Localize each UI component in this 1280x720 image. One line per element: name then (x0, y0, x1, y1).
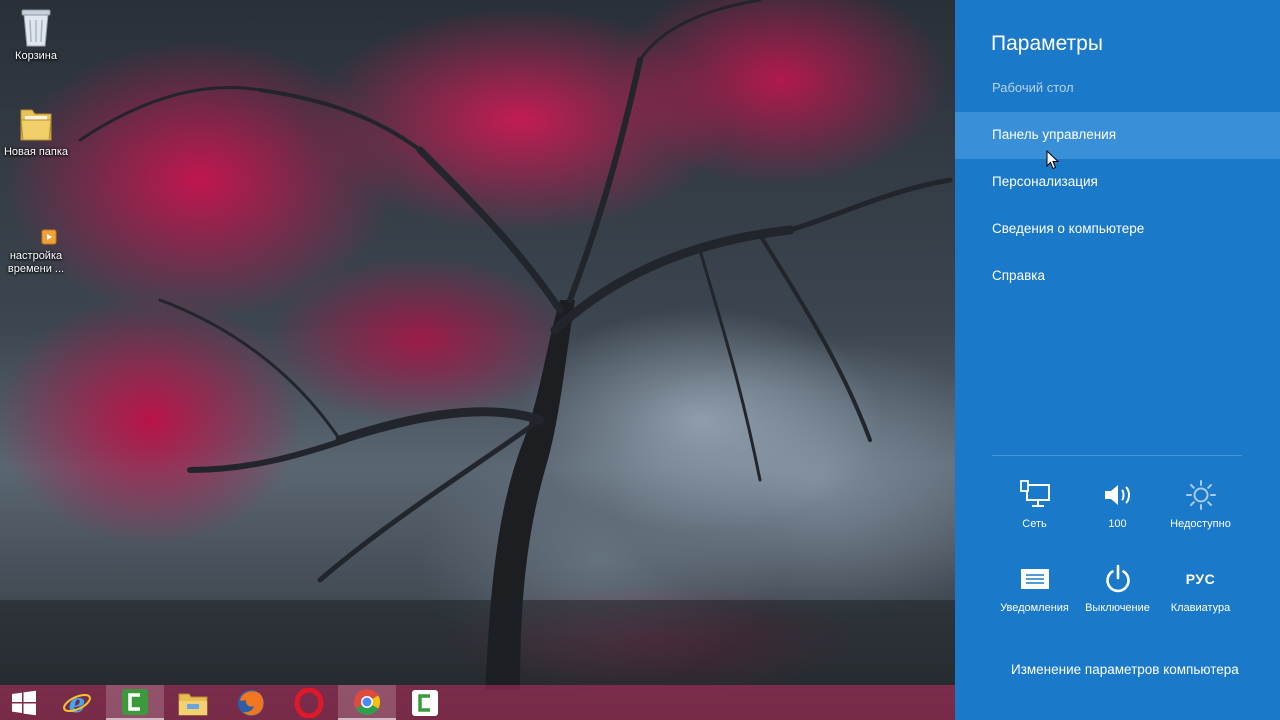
internet-explorer-icon: e (63, 689, 91, 718)
charm-item-control-panel[interactable]: Панель управления (955, 112, 1280, 159)
shortcut-icon (41, 229, 57, 245)
taskbar-chrome[interactable] (338, 685, 396, 720)
quick-setting-volume[interactable]: 100 (1076, 478, 1159, 540)
quick-setting-notifications[interactable]: Уведомления (993, 562, 1076, 624)
taskbar-internet-explorer[interactable]: e (48, 685, 106, 720)
desktop-icon-label: времени ... (7, 263, 65, 275)
taskbar: e (0, 685, 955, 720)
windows-start-icon (12, 690, 36, 715)
network-icon (1019, 480, 1050, 507)
chrome-icon (354, 688, 381, 715)
firefox-icon (238, 689, 264, 716)
taskbar-file-explorer[interactable] (164, 685, 222, 720)
quick-setting-label: Уведомления (1000, 602, 1069, 614)
desktop-icon-label: Новая папка (3, 146, 69, 158)
desktop-icon-new-folder[interactable]: Новая папка (0, 102, 72, 159)
quick-settings: Сеть 100 Недоступно Уведомления Выключен… (993, 478, 1243, 624)
desktop-icon-time-settings-shortcut[interactable]: настройка времени ... (0, 228, 72, 276)
file-explorer-icon (178, 693, 208, 715)
quick-setting-label: Недоступно (1170, 518, 1231, 530)
mouse-cursor-icon (1046, 150, 1060, 170)
charm-item-help[interactable]: Справка (955, 253, 1280, 300)
volume-icon (1104, 485, 1130, 505)
charm-menu: Панель управления Персонализация Сведени… (955, 112, 1280, 300)
charm-item-pc-info[interactable]: Сведения о компьютере (955, 206, 1280, 253)
keyboard-language-icon: РУС (1185, 571, 1216, 587)
folder-icon (20, 109, 52, 141)
camtasia-recorder-icon (412, 689, 438, 716)
charm-title: Параметры (991, 32, 1103, 55)
svg-text:e: e (69, 689, 86, 718)
taskbar-camtasia[interactable] (106, 685, 164, 720)
quick-setting-label: Сеть (1022, 518, 1047, 530)
camtasia-icon (122, 688, 148, 715)
quick-setting-label: 100 (1108, 518, 1127, 530)
quick-setting-label: Клавиатура (1170, 602, 1231, 614)
desktop-icon-recycle-bin[interactable]: Корзина (0, 6, 72, 63)
desktop-icon-label: настройка (9, 250, 63, 262)
charm-separator (992, 455, 1242, 456)
desktop-icon-label: Корзина (15, 50, 57, 62)
charm-subtitle: Рабочий стол (992, 80, 1074, 95)
brightness-icon (1185, 480, 1216, 510)
quick-setting-keyboard[interactable]: РУС Клавиатура (1159, 562, 1242, 624)
quick-setting-brightness[interactable]: Недоступно (1159, 478, 1242, 540)
power-icon (1105, 564, 1130, 593)
taskbar-opera[interactable] (280, 685, 338, 720)
desktop-wallpaper (0, 0, 955, 720)
quick-setting-network[interactable]: Сеть (993, 478, 1076, 540)
quick-setting-power[interactable]: Выключение (1076, 562, 1159, 624)
start-button[interactable] (0, 685, 48, 720)
change-pc-settings-link[interactable]: Изменение параметров компьютера (1011, 662, 1239, 677)
taskbar-camtasia-recorder[interactable] (396, 685, 454, 720)
quick-setting-label: Выключение (1085, 602, 1150, 614)
wallpaper-tree-illustration (0, 0, 955, 690)
charm-item-personalization[interactable]: Персонализация (955, 159, 1280, 206)
recycle-bin-icon (21, 9, 51, 47)
taskbar-firefox[interactable] (222, 685, 280, 720)
settings-charm-panel: Параметры Рабочий стол Панель управления… (955, 0, 1280, 720)
notifications-icon (1020, 569, 1049, 589)
opera-icon (294, 687, 324, 718)
